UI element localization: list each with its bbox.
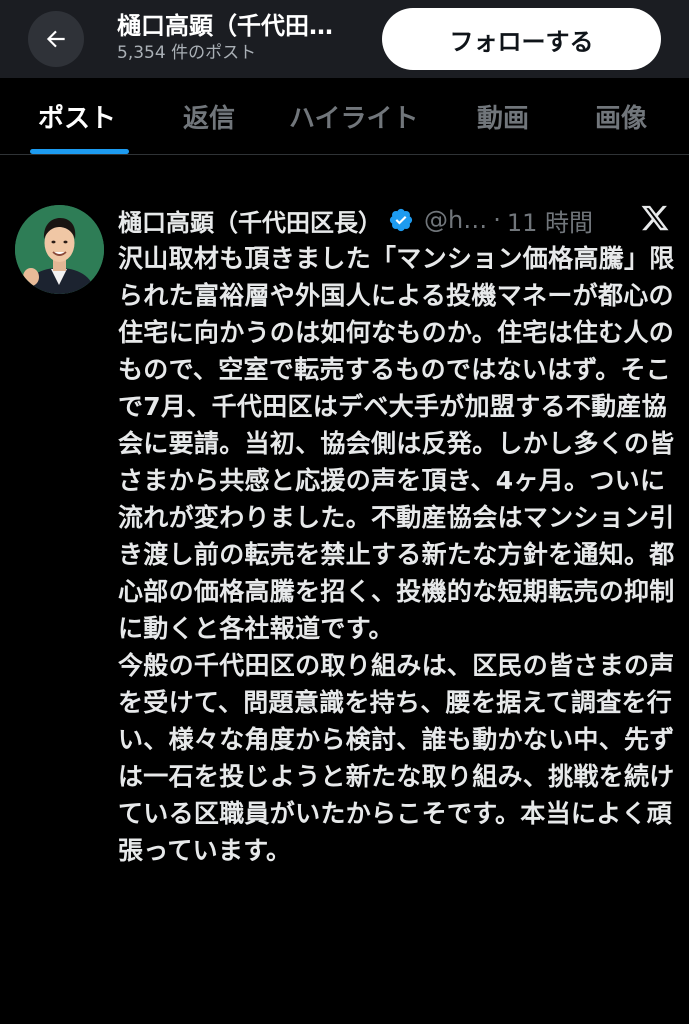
tab-posts[interactable]: ポスト bbox=[38, 78, 116, 154]
profile-title-block: 樋口高顕（千代田… 5,354 件のポスト bbox=[117, 11, 372, 64]
tabs-divider bbox=[0, 154, 689, 155]
post-body-text: 沢山取材も頂きました「マンション価格高騰」限られた富裕層や外国人による投機マネー… bbox=[118, 244, 675, 865]
profile-header: 樋口高顕（千代田… 5,354 件のポスト フォローする bbox=[0, 0, 689, 78]
author-handle[interactable]: @h… bbox=[424, 206, 487, 234]
profile-name-title: 樋口高顕（千代田… bbox=[117, 12, 333, 40]
x-logo-icon[interactable] bbox=[640, 203, 670, 233]
post-header: 樋口高顕（千代田区長） @h… · 11 時間 bbox=[118, 201, 678, 239]
follow-button[interactable]: フォローする bbox=[382, 8, 661, 70]
verified-badge-icon bbox=[388, 207, 414, 233]
arrow-left-icon bbox=[46, 30, 65, 48]
author-name[interactable]: 樋口高顕（千代田区長） bbox=[118, 203, 382, 238]
post-count: 5,354 件のポスト bbox=[117, 43, 257, 63]
avatar-portrait bbox=[15, 205, 104, 294]
tab-replies[interactable]: 返信 bbox=[183, 78, 235, 154]
post-timestamp[interactable]: 11 時間 bbox=[507, 203, 593, 238]
tab-videos[interactable]: 動画 bbox=[477, 78, 529, 154]
avatar[interactable] bbox=[15, 205, 104, 294]
back-button[interactable] bbox=[28, 11, 84, 67]
profile-tabs: ポスト 返信 ハイライト 動画 画像 bbox=[0, 78, 689, 154]
tab-highlights[interactable]: ハイライト bbox=[289, 78, 418, 154]
separator-dot: · bbox=[493, 206, 501, 234]
tab-images[interactable]: 画像 bbox=[595, 78, 647, 154]
